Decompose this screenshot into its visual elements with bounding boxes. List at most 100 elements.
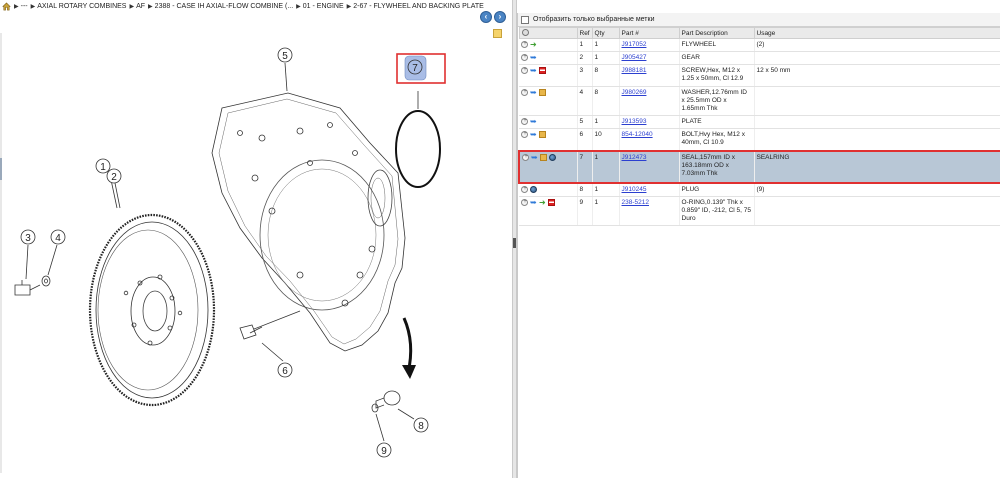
plus-icon[interactable] (521, 185, 528, 193)
cell-ref: 9 (577, 196, 593, 226)
drawing-panel: 1 2 3 4 5 7 6 8 9 ‹ › (0, 11, 512, 478)
settings-icon[interactable] (521, 28, 529, 36)
cell-usage: (9) (754, 182, 1000, 197)
callout-8-label: 8 (418, 421, 424, 432)
table-row[interactable]: ➥ 2 1 J905427 GEAR (519, 51, 1000, 65)
cell-description: FLYWHEEL (679, 38, 755, 52)
callout-8: 8 (413, 417, 429, 433)
cell-description: SCREW,Hex, M12 x 1.25 x 50mm, Cl 12.9 (679, 64, 755, 87)
header-description[interactable]: Part Description (678, 27, 755, 39)
cell-ref: 1 (577, 38, 593, 52)
table-row[interactable]: ➥ 3 8 J988181 SCREW,Hex, M12 x 1.25 x 50… (519, 64, 1000, 87)
plus-icon[interactable] (521, 88, 528, 96)
backing-plate (211, 92, 406, 352)
callout-4-label: 4 (55, 233, 61, 244)
part-number-link[interactable]: J917052 (622, 41, 647, 48)
table-row[interactable]: 8 1 J910245 PLUG (9) (519, 182, 1000, 197)
arrow-green-icon[interactable]: ➜ (530, 41, 537, 49)
header-usage[interactable]: Usage (753, 27, 1000, 39)
plus-icon[interactable] (521, 66, 528, 74)
plus-icon[interactable] (521, 40, 528, 48)
arrow-blue-icon[interactable]: ➥ (530, 198, 537, 206)
cell-qty: 1 (592, 38, 620, 52)
part-number-link[interactable]: J910245 (622, 186, 647, 193)
table-row[interactable]: ➜ 1 1 J917052 FLYWHEEL (2) (519, 38, 1000, 52)
callout-7: 7 (396, 53, 446, 84)
cell-description: BOLT,Hvy Hex, M12 x 40mm, Cl 10.9 (679, 128, 755, 151)
plus-icon[interactable] (521, 130, 528, 138)
drawing-nav: ‹ › (480, 11, 506, 23)
arrow-blue-icon[interactable]: ➥ (530, 89, 537, 97)
plus-icon[interactable] (521, 117, 528, 125)
cell-ref: 4 (577, 86, 593, 116)
part-number-link[interactable]: J913593 (622, 118, 647, 125)
cell-ref: 6 (577, 128, 593, 151)
arrow-left-icon[interactable]: ‹ (480, 11, 492, 23)
callout-3: 3 (20, 229, 36, 245)
arrow-blue-icon[interactable]: ➥ (530, 118, 537, 126)
breadcrumb-item[interactable]: ▶ AF (129, 3, 145, 10)
cell-ref: 2 (577, 51, 593, 65)
breadcrumb-item[interactable]: ▶ 2388 - CASE IH AXIAL-FLOW COMBINE (... (148, 3, 293, 10)
flag-icon[interactable] (548, 198, 555, 206)
plus-icon[interactable] (522, 153, 529, 161)
arrow-blue-icon[interactable]: ➥ (530, 131, 537, 139)
globe-icon[interactable] (549, 153, 556, 161)
globe-icon[interactable] (530, 185, 537, 193)
collapse-handle-icon[interactable] (513, 238, 516, 248)
callout-5-label: 5 (282, 51, 288, 62)
selected-only-checkbox[interactable] (521, 15, 529, 24)
table-row[interactable]: ➥➜ 9 1 238-5212 O-RING,0.139" Thk x 0.85… (519, 196, 1000, 226)
plus-icon[interactable] (521, 53, 528, 61)
cell-qty: 8 (592, 64, 620, 87)
arrow-right-icon[interactable]: › (494, 11, 506, 23)
part-number-link[interactable]: 238-5212 (622, 199, 649, 206)
seal-ring (395, 110, 441, 188)
cell-description: O-RING,0.139" Thk x 0.859" ID, -212, Cl … (679, 196, 755, 226)
breadcrumb-item[interactable]: ▶ --- (14, 3, 28, 10)
table-row[interactable]: ➥ 6 10 854-12040 BOLT,Hvy Hex, M12 x 40m… (519, 128, 1000, 151)
part-number-link[interactable]: J912473 (622, 154, 647, 161)
table-row-selected[interactable]: ➥ 7 1 J912473 SEAL,157mm ID x 163.18mm O… (518, 149, 1000, 184)
callout-9: 9 (376, 442, 392, 458)
part-number-link[interactable]: J988181 (622, 67, 647, 74)
cell-description: PLUG (679, 182, 755, 197)
part-number-link[interactable]: 854-12040 (622, 131, 653, 138)
filter-label: Отобразить только выбранные метки (533, 16, 655, 23)
header-ref[interactable]: Ref (576, 27, 593, 39)
part-number-link[interactable]: J980269 (622, 89, 647, 96)
table-row[interactable]: ➥ 5 1 J913593 PLATE (519, 115, 1000, 129)
callout-6: 6 (277, 362, 293, 378)
header-icons (518, 27, 578, 39)
header-part[interactable]: Part # (618, 27, 680, 39)
cell-usage: (2) (754, 38, 1000, 52)
breadcrumb-item[interactable]: ▶ AXIAL ROTARY COMBINES (31, 3, 127, 10)
plus-icon[interactable] (521, 198, 528, 206)
cube-icon[interactable] (540, 153, 547, 161)
cube-icon[interactable] (539, 89, 546, 96)
cell-usage: 12 x 50 mm (754, 64, 1000, 87)
parts-table: Ref Qty Part # Part Description Usage ➜ … (518, 27, 1000, 226)
table-row[interactable]: ➥ 4 8 J980269 WASHER,12.76mm ID x 25.5mm… (519, 86, 1000, 116)
flag-icon[interactable] (539, 67, 546, 74)
part-number-link[interactable]: J905427 (622, 54, 647, 61)
breadcrumb-item[interactable]: ▶ 2-67 - FLYWHEEL AND BACKING PLATE (347, 3, 484, 10)
callout-2-label: 2 (111, 172, 117, 183)
home-icon[interactable] (2, 2, 11, 11)
callout-5: 5 (277, 47, 293, 63)
cube-icon[interactable] (539, 131, 546, 138)
breadcrumb-item[interactable]: ▶ 01 - ENGINE (296, 3, 343, 10)
header-qty[interactable]: Qty (591, 27, 620, 39)
cell-usage (754, 51, 1000, 65)
arrow-blue-icon[interactable]: ➥ (531, 153, 538, 161)
cell-description: PLATE (679, 115, 755, 129)
flywheel-ring-gear (88, 213, 216, 407)
cell-qty: 1 (592, 196, 620, 226)
cell-usage (754, 115, 1000, 129)
arrow-green-icon[interactable]: ➜ (539, 198, 546, 206)
note-icon[interactable] (493, 29, 502, 38)
arrow-blue-icon[interactable]: ➥ (530, 54, 537, 62)
arrow-blue-icon[interactable]: ➥ (530, 67, 537, 75)
cell-usage (754, 128, 1000, 151)
cell-ref: 3 (577, 64, 593, 87)
